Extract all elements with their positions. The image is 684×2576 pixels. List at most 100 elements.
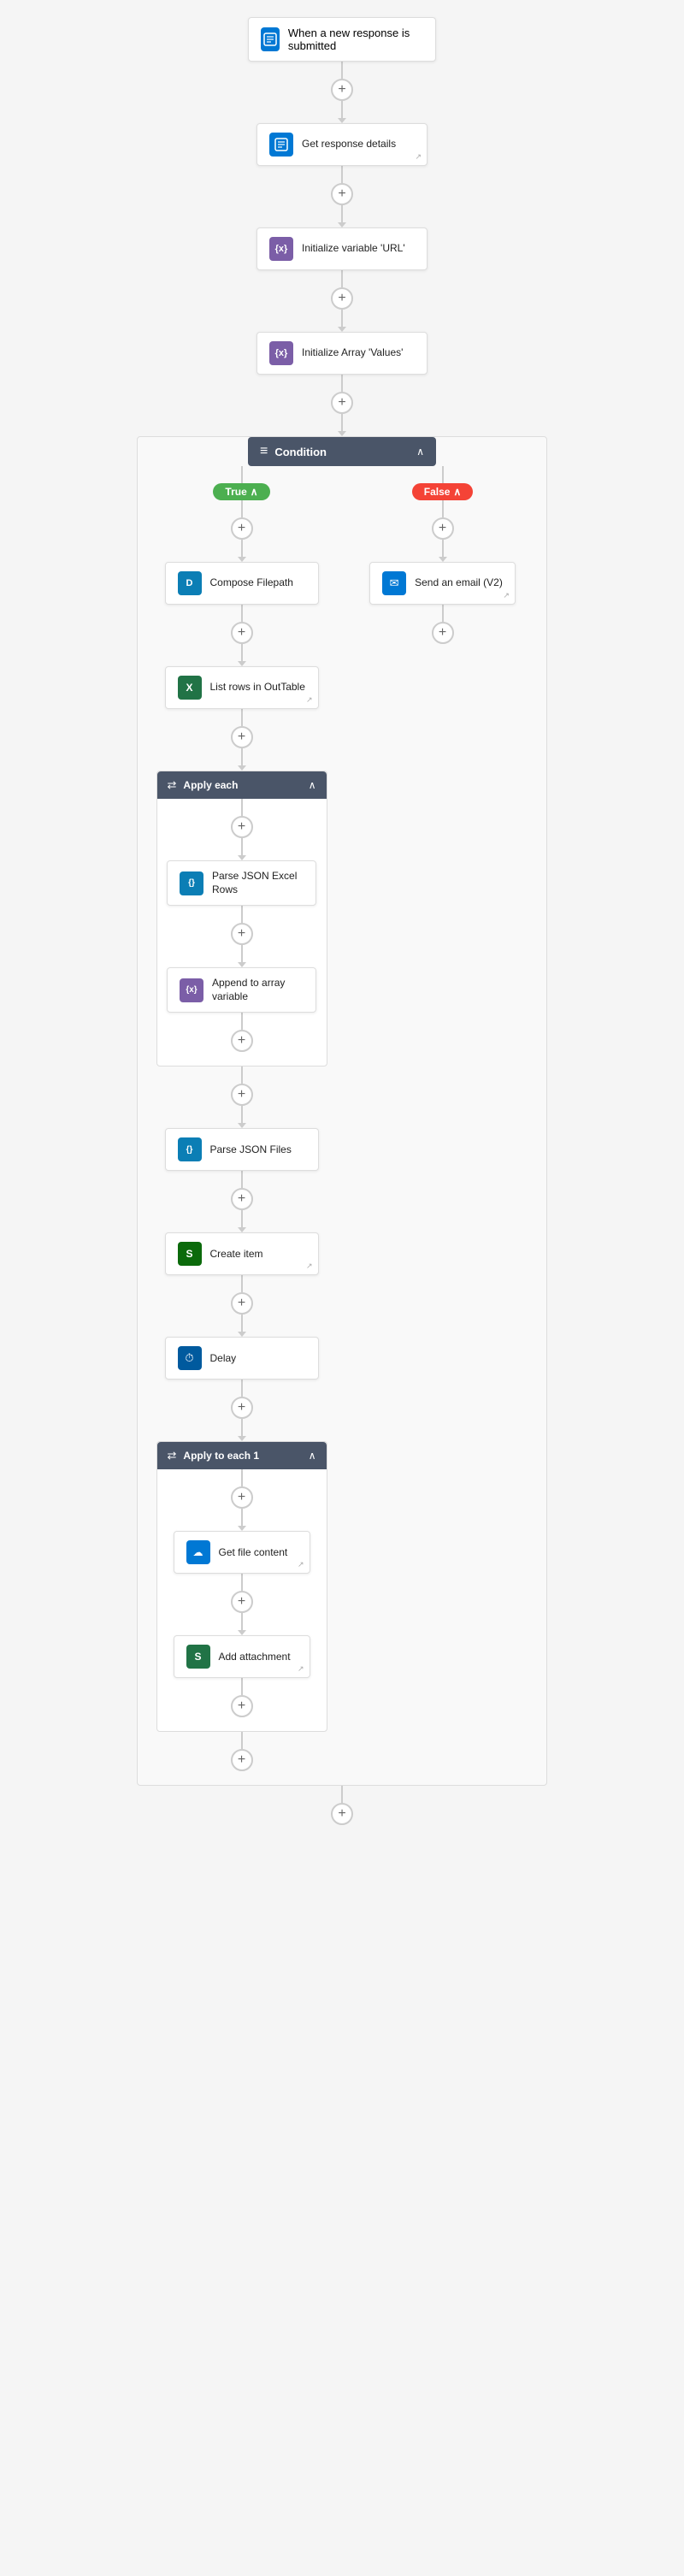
add-loop1-step-btn[interactable]: + — [231, 1486, 253, 1509]
add-step-btn-0[interactable]: + — [331, 79, 353, 101]
connector-line — [241, 906, 243, 923]
connector-line — [442, 605, 444, 622]
send-email-label: Send an email (V2) — [415, 576, 503, 590]
loop-chevron[interactable]: ∧ — [309, 779, 316, 791]
init-array-label: Initialize Array 'Values' — [302, 346, 415, 360]
get-file-content-card[interactable]: ☁ Get file content ↗ — [174, 1531, 310, 1574]
add-attachment-icon: S — [186, 1645, 210, 1669]
true-branch: True ∧ + D Compose Filepath + — [148, 466, 335, 1771]
add-false-step-btn[interactable]: + — [432, 517, 454, 540]
list-rows-label: List rows in OutTable — [210, 681, 306, 694]
create-item-card[interactable]: S Create item ↗ — [165, 1232, 319, 1275]
compose-icon: D — [178, 571, 202, 595]
condition-container: ≡ Condition ∧ True ∧ + — [137, 436, 547, 1786]
connector-line — [341, 310, 343, 327]
init-array-icon: {x} — [269, 341, 293, 365]
connector-line — [241, 644, 243, 661]
corner-icon: ↗ — [298, 1664, 304, 1674]
parse-json-files-card[interactable]: {} Parse JSON Files — [165, 1128, 319, 1171]
condition-header: ≡ Condition ∧ — [138, 437, 546, 466]
add-loop-step-btn[interactable]: + — [231, 816, 253, 838]
add-step-btn-1[interactable]: + — [331, 183, 353, 205]
delay-card[interactable]: ⏱ Delay — [165, 1337, 319, 1380]
connector-line — [241, 748, 243, 765]
get-response-card[interactable]: Get response details ↗ — [256, 123, 428, 166]
apply-each-1-loop: ⇄ Apply to each 1 ∧ + ☁ — [156, 1441, 327, 1732]
connector-line — [241, 1509, 243, 1526]
add-loop-step-btn-1[interactable]: + — [231, 923, 253, 945]
connector-line — [341, 375, 343, 392]
parse-json-excel-label: Parse JSON Excel Rows — [212, 870, 304, 896]
connector-line — [241, 466, 243, 483]
add-loop1-step-btn-1[interactable]: + — [231, 1591, 253, 1613]
trigger-step: When a new response is submitted + Get r… — [248, 17, 436, 436]
add-final-step-btn[interactable]: + — [331, 1803, 353, 1825]
get-file-icon: ☁ — [186, 1540, 210, 1564]
connector-line — [241, 540, 243, 557]
parse-json-excel-icon: {} — [180, 871, 203, 895]
add-end-true-btn[interactable]: + — [231, 1749, 253, 1771]
false-branch: False ∧ + ✉ Send an email (V2) ↗ + — [349, 466, 536, 1771]
connector-line — [341, 166, 343, 183]
add-loop-step-btn-end[interactable]: + — [231, 1030, 253, 1052]
loop-header[interactable]: ⇄ Apply each ∧ — [157, 771, 327, 799]
add-true-step-btn-1[interactable]: + — [231, 622, 253, 644]
false-label[interactable]: False ∧ — [412, 483, 473, 500]
connector-line — [241, 1210, 243, 1227]
append-array-card[interactable]: {x} Append to array variable — [167, 967, 316, 1013]
corner-icon: ↗ — [306, 695, 313, 705]
connector-line — [241, 1066, 243, 1084]
connector-line — [241, 1613, 243, 1630]
add-step-btn-2[interactable]: + — [331, 287, 353, 310]
corner-icon: ↗ — [298, 1560, 304, 1569]
init-url-card[interactable]: {x} Initialize variable 'URL' — [256, 227, 428, 270]
add-after-delay-btn[interactable]: + — [231, 1397, 253, 1419]
send-email-card[interactable]: ✉ Send an email (V2) ↗ — [369, 562, 516, 605]
connector-line — [241, 945, 243, 962]
connector-line — [341, 1786, 343, 1803]
connector-line — [341, 414, 343, 431]
loop-label: Apply each — [183, 779, 238, 791]
connector-line — [241, 1419, 243, 1436]
add-attachment-label: Add attachment — [219, 1651, 298, 1664]
loop-1-header[interactable]: ⇄ Apply to each 1 ∧ — [157, 1442, 327, 1469]
compose-filepath-card[interactable]: D Compose Filepath — [165, 562, 319, 605]
apply-each-loop: ⇄ Apply each ∧ + {} — [156, 771, 327, 1066]
delay-icon: ⏱ — [178, 1346, 202, 1370]
send-email-icon: ✉ — [382, 571, 406, 595]
add-after-loop1-btn[interactable]: + — [231, 1084, 253, 1106]
add-after-parse-btn[interactable]: + — [231, 1188, 253, 1210]
add-false-end-btn[interactable]: + — [432, 622, 454, 644]
connector-line — [442, 540, 444, 557]
corner-icon: ↗ — [415, 152, 422, 162]
connector-line — [241, 500, 243, 517]
connector-line — [241, 605, 243, 622]
get-response-icon — [269, 133, 293, 157]
add-true-step-btn-2[interactable]: + — [231, 726, 253, 748]
flow-canvas: When a new response is submitted + Get r… — [0, 17, 684, 1825]
connector-line — [241, 1106, 243, 1123]
add-after-create-btn[interactable]: + — [231, 1292, 253, 1315]
loop-1-chevron[interactable]: ∧ — [309, 1450, 316, 1462]
connector-line — [341, 62, 343, 79]
condition-chevron[interactable]: ∧ — [416, 446, 424, 458]
list-rows-card[interactable]: X List rows in OutTable ↗ — [165, 666, 319, 709]
trigger-card[interactable]: When a new response is submitted — [248, 17, 436, 62]
connector-line — [241, 1275, 243, 1292]
loop-1-body: + ☁ Get file content ↗ + — [157, 1469, 327, 1722]
get-file-label: Get file content — [219, 1546, 298, 1560]
add-true-step-btn[interactable]: + — [231, 517, 253, 540]
corner-icon: ↗ — [503, 591, 510, 600]
add-attachment-card[interactable]: S Add attachment ↗ — [174, 1635, 310, 1678]
parse-json-excel-card[interactable]: {} Parse JSON Excel Rows — [167, 860, 316, 906]
true-label[interactable]: True ∧ — [213, 483, 269, 500]
connector-line — [241, 1013, 243, 1030]
add-loop1-step-end-btn[interactable]: + — [231, 1695, 253, 1717]
connector-line — [241, 1171, 243, 1188]
condition-block[interactable]: ≡ Condition ∧ — [248, 437, 436, 466]
add-step-btn-3[interactable]: + — [331, 392, 353, 414]
condition-icon: ≡ — [260, 444, 268, 459]
init-array-card[interactable]: {x} Initialize Array 'Values' — [256, 332, 428, 375]
connector-line — [341, 205, 343, 222]
compose-label: Compose Filepath — [210, 576, 306, 590]
